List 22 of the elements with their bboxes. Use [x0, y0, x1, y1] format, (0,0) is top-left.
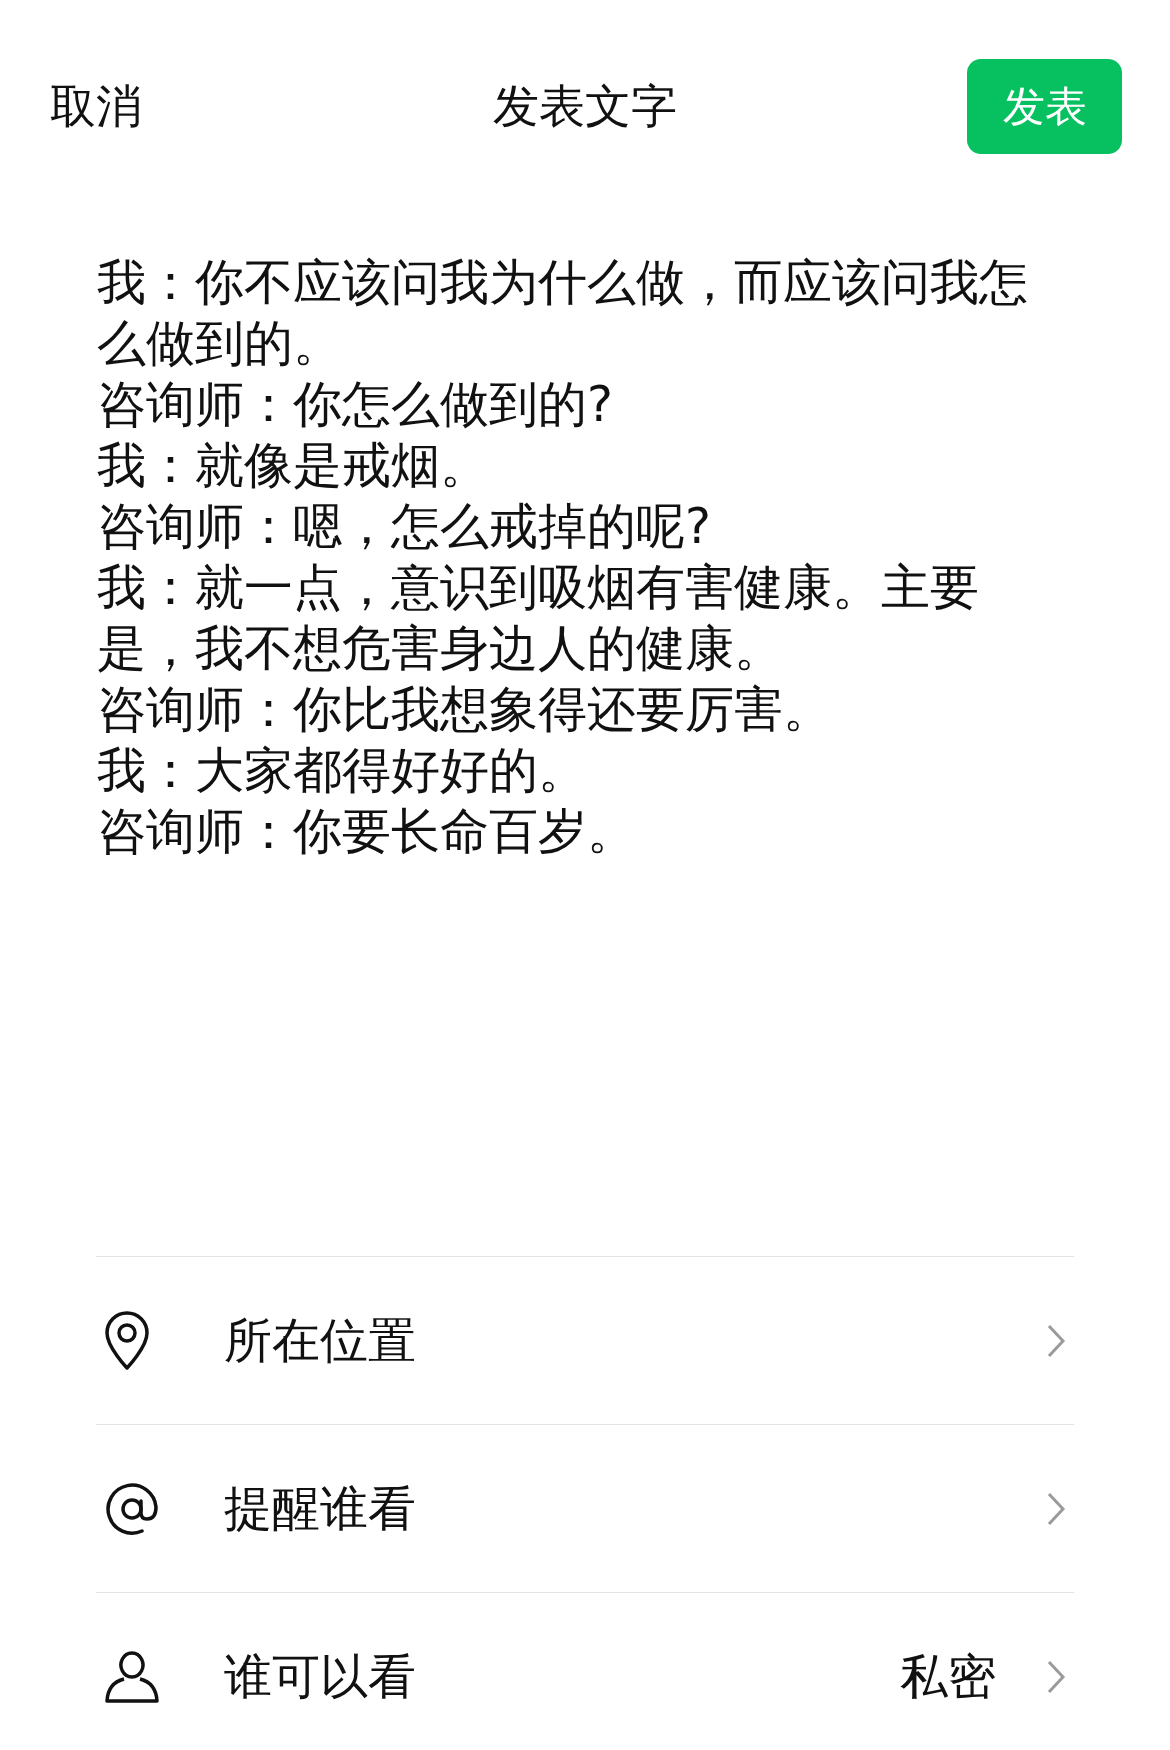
chevron-right-icon — [1046, 1322, 1066, 1359]
option-value: 私密 — [900, 1646, 996, 1706]
post-text-line: 我：你不应该问我为什么做，而应该问我怎么做到的。 — [97, 253, 1029, 374]
location-pin-icon — [102, 1310, 152, 1371]
post-text-line: 咨询师：你比我想象得还要厉害。 — [97, 680, 833, 740]
option-row[interactable]: 谁可以看 私密 — [96, 1592, 1074, 1750]
cancel-link[interactable]: 取消 — [50, 75, 142, 138]
post-text-line: 咨询师：嗯，怎么戒掉的呢? — [97, 497, 712, 557]
page-title: 发表文字 — [493, 77, 677, 135]
post-text-line: 我：大家都得好好的。 — [97, 741, 588, 801]
chevron-right-icon — [1046, 1658, 1066, 1695]
post-text-field[interactable]: 我：你不应该问我为什么做，而应该问我怎么做到的。 咨询师：你怎么做到的? 我：就像是戒烟。 咨询师：嗯，怎么戒掉的呢? 我：就一点，意识到吸烟有害健康。主要是，我不想危害身边人的健康。 咨询师：你比我想象得还要厉害。 我：大家都得好好的。 咨询师：你要长命百岁。 — [97, 252, 1062, 862]
post-text-line: 咨询师：你要长命百岁。 — [97, 802, 637, 862]
post-text-line: 我：就像是戒烟。 — [97, 436, 490, 496]
option-row[interactable]: 提醒谁看 — [96, 1424, 1074, 1592]
post-text-line: 我：就一点，意识到吸烟有害健康。主要是，我不想危害身边人的健康。 — [97, 558, 980, 679]
chevron-right-icon — [1046, 1490, 1066, 1527]
option-label: 提醒谁看 — [224, 1478, 416, 1538]
option-row[interactable]: 所在位置 — [96, 1256, 1074, 1424]
option-label: 谁可以看 — [224, 1646, 416, 1706]
option-label: 所在位置 — [224, 1310, 416, 1370]
post-text-line: 咨询师：你怎么做到的? — [97, 375, 614, 435]
